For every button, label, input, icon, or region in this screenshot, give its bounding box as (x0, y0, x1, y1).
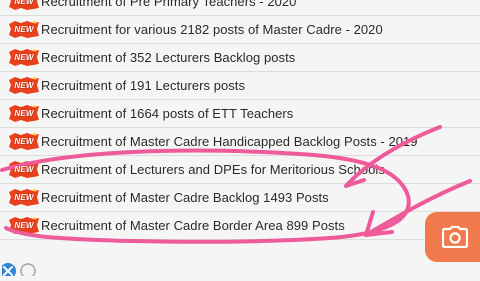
list-item[interactable]: NEW Recruitment of 1664 posts of ETT Tea… (0, 100, 480, 128)
list-item-label: Recruitment of 1664 posts of ETT Teacher… (41, 106, 294, 121)
new-badge-icon: NEW (9, 217, 39, 234)
list-item[interactable]: NEW Recruitment of Master Cadre Border A… (0, 212, 480, 240)
list-item-label: Recruitment of 352 Lecturers Backlog pos… (41, 50, 296, 65)
new-badge-icon: NEW (9, 0, 39, 10)
list-item-label: Recruitment of Master Cadre Border Area … (41, 218, 345, 233)
list-item[interactable]: NEW Recruitment of 191 Lecturers posts (0, 72, 480, 100)
list-item-label: Recruitment of Lecturers and DPEs for Me… (41, 162, 385, 177)
new-badge-icon: NEW (9, 189, 39, 206)
new-badge-icon: NEW (9, 161, 39, 178)
list-item-label: Recruitment for various 2182 posts of Ma… (41, 22, 383, 37)
new-badge-icon: NEW (9, 105, 39, 122)
new-badge-icon: NEW (9, 49, 39, 66)
close-icon[interactable] (0, 258, 40, 279)
camera-icon (442, 226, 468, 248)
list-item[interactable]: NEW Recruitment of Lecturers and DPEs fo… (0, 156, 480, 184)
list-item-label: Recruitment of Master Cadre Backlog 1493… (41, 190, 329, 205)
list-item-label: Recruitment of Pre Primary Teachers - 20… (41, 0, 297, 9)
new-badge-icon: NEW (9, 133, 39, 150)
list-item[interactable]: NEW Recruitment for various 2182 posts o… (0, 16, 480, 44)
list-item[interactable]: NEW Recruitment of Pre Primary Teachers … (0, 0, 480, 16)
list-item-label: Recruitment of Master Cadre Handicapped … (41, 134, 418, 149)
list-item[interactable]: NEW Recruitment of Master Cadre Backlog … (0, 184, 480, 212)
new-badge-icon: NEW (9, 77, 39, 94)
list-item[interactable]: NEW Recruitment of Master Cadre Handicap… (0, 128, 480, 156)
screenshot-camera-button[interactable] (425, 212, 480, 262)
list-item-label: Recruitment of 191 Lecturers posts (41, 78, 246, 93)
new-badge-icon: NEW (9, 21, 39, 38)
list-item[interactable]: NEW Recruitment of 352 Lecturers Backlog… (0, 44, 480, 72)
